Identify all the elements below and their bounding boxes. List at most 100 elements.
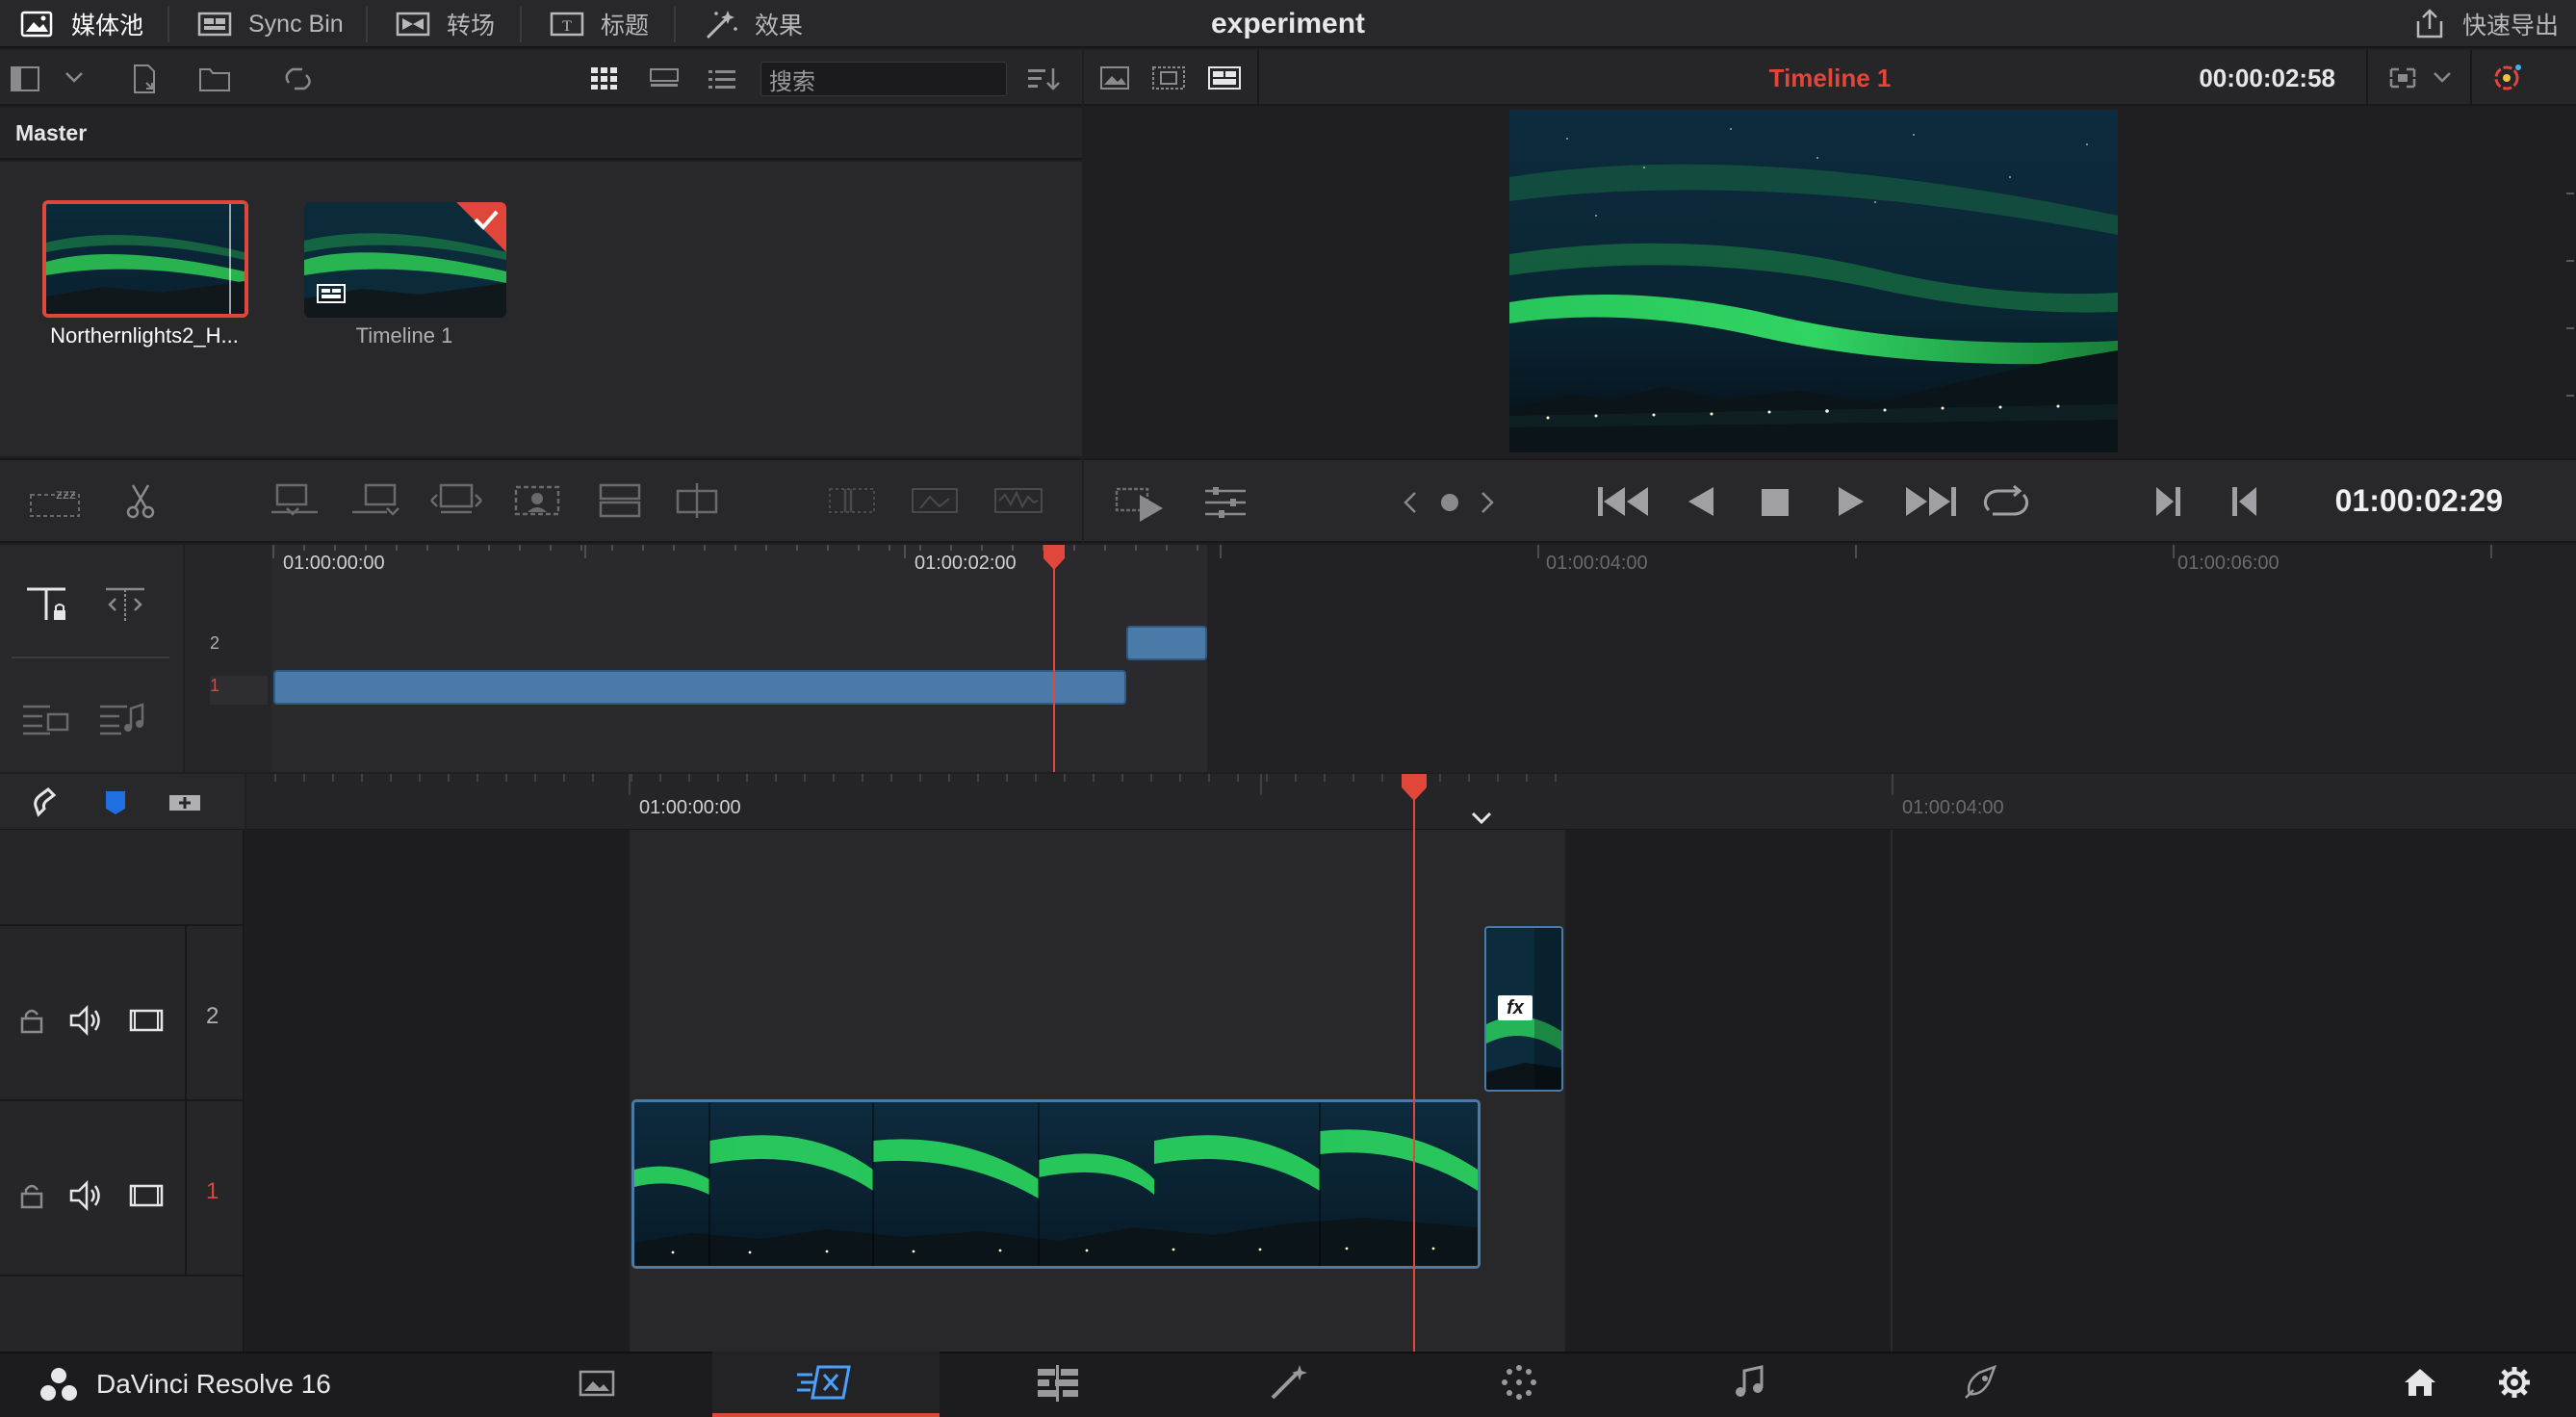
quick-export-button[interactable]: 快速导出 [2410, 0, 2559, 48]
lock-icon[interactable] [19, 1007, 44, 1034]
go-to-end-icon[interactable] [1904, 485, 1958, 518]
titles-tab[interactable]: T 标题 [549, 0, 649, 48]
color-wheel-icon[interactable] [2489, 62, 2524, 94]
upper-track-numbers: 2 1 [185, 545, 271, 772]
sync-bin-tab[interactable]: Sync Bin [196, 0, 344, 48]
smart-insert-icon[interactable]: zzz [29, 481, 87, 520]
bin-name: Master [15, 119, 88, 145]
viewer-frame[interactable] [1509, 110, 2118, 452]
playhead-icon[interactable] [1400, 774, 1429, 803]
bin-header[interactable]: Master [0, 108, 1082, 160]
audio-icon[interactable] [69, 1005, 104, 1036]
app-brand: DaVinci Resolve 16 [39, 1352, 331, 1417]
previous-edit-icon[interactable] [1402, 491, 1419, 514]
video-track-icon[interactable] [129, 1182, 164, 1209]
fusion-page-icon[interactable] [1269, 1363, 1311, 1402]
search-input[interactable]: 搜索 [760, 62, 1007, 96]
go-to-start-icon[interactable] [1596, 485, 1650, 518]
effects-tab[interactable]: 效果 [703, 0, 803, 48]
ruler-timecode: 01:00:04:00 [1902, 797, 2004, 818]
audio-waveform-button[interactable] [992, 481, 1045, 520]
sync-icon[interactable] [281, 64, 316, 94]
media-page-icon[interactable] [578, 1367, 616, 1400]
sync-bin-icon [196, 10, 235, 39]
close-up-button[interactable] [510, 479, 564, 522]
mark-in-icon[interactable] [2152, 485, 2183, 518]
play-reverse-icon[interactable] [1687, 485, 1715, 518]
cut-page-icon[interactable] [795, 1363, 853, 1402]
append-button[interactable] [348, 481, 402, 520]
lock-icon[interactable] [19, 1182, 44, 1209]
strip-view-icon[interactable] [649, 67, 680, 89]
color-page-icon[interactable] [1500, 1363, 1538, 1402]
davinci-logo-icon [39, 1367, 79, 1402]
timeline-label: Timeline 1 [355, 323, 453, 348]
svg-text:zzz: zzz [56, 486, 76, 502]
ruler-timecode: 01:00:06:00 [2177, 553, 2280, 574]
upper-timeline-tools [0, 545, 183, 772]
sidebar-toggle-icon[interactable] [10, 65, 40, 92]
video-clip[interactable] [631, 1099, 1481, 1269]
place-on-top-button[interactable] [597, 481, 643, 520]
playhead-icon[interactable] [1042, 545, 1067, 572]
project-title: experiment [1210, 8, 1366, 39]
settings-gear-icon[interactable] [2497, 1365, 2532, 1400]
app-name: DaVinci Resolve 16 [96, 1369, 331, 1399]
insert-marker-icon[interactable] [166, 787, 204, 818]
video-track-list-icon[interactable] [21, 699, 71, 737]
playback-options-icon[interactable] [1115, 481, 1169, 524]
clip-thumbnail[interactable] [42, 200, 248, 318]
video-track-icon[interactable] [129, 1007, 164, 1034]
fx-clip[interactable]: fx [1484, 926, 1563, 1092]
track1-clip[interactable] [273, 670, 1126, 705]
fairlight-page-icon[interactable] [1733, 1365, 1767, 1400]
trim-start-button[interactable] [826, 481, 878, 520]
smart-insert-button[interactable] [268, 481, 322, 520]
expand-track-icon[interactable] [102, 583, 148, 626]
sort-icon[interactable] [1026, 65, 1061, 92]
aurora-thumbnail-image [304, 202, 506, 318]
aurora-thumbnail-image [46, 204, 245, 314]
track2-clip[interactable] [1126, 626, 1207, 660]
track-number: 2 [210, 633, 220, 653]
next-edit-icon[interactable] [1479, 491, 1496, 514]
chevron-down-icon[interactable] [2432, 69, 2453, 85]
scissors-icon[interactable] [123, 481, 158, 520]
deliver-page-icon[interactable] [1962, 1363, 2000, 1402]
divider [674, 6, 676, 42]
edit-page-icon[interactable] [1036, 1365, 1080, 1402]
ripple-overwrite-button[interactable] [427, 481, 485, 520]
chevron-down-icon[interactable] [1469, 809, 1494, 828]
upper-timeline-empty-region [1207, 545, 2576, 772]
stop-icon[interactable] [1760, 487, 1790, 518]
source-overwrite-button[interactable] [674, 481, 720, 520]
scale-mark [2566, 395, 2574, 397]
grid-view-icon[interactable] [589, 65, 620, 90]
divider [366, 6, 368, 42]
track-lock-icon[interactable] [23, 583, 73, 626]
list-view-icon[interactable] [707, 67, 737, 90]
media-pool-tab[interactable]: 媒体池 [19, 0, 143, 48]
empty-track-header [0, 830, 245, 926]
audio-icon[interactable] [69, 1180, 104, 1211]
playhead-line[interactable] [1413, 774, 1415, 1352]
transitions-icon [395, 10, 433, 39]
adjustments-icon[interactable] [1203, 485, 1248, 520]
chevron-down-icon[interactable] [64, 69, 85, 85]
transitions-tab[interactable]: 转场 [395, 0, 495, 48]
mark-out-icon[interactable] [2229, 485, 2260, 518]
play-icon[interactable] [1837, 485, 1866, 518]
timeline-thumbnail[interactable] [304, 202, 506, 318]
snapping-magnet-icon[interactable] [29, 787, 64, 818]
new-bin-icon[interactable] [198, 64, 233, 94]
home-icon[interactable] [2403, 1367, 2437, 1398]
trim-in-button[interactable] [909, 481, 961, 520]
loop-icon[interactable] [1981, 485, 2031, 520]
import-media-icon[interactable] [129, 64, 160, 94]
audio-track-list-icon[interactable] [98, 699, 148, 737]
zoom-icon[interactable] [2385, 64, 2420, 92]
ruler-timecode: 01:00:04:00 [1546, 553, 1648, 574]
flag-icon[interactable] [100, 787, 131, 818]
marker-dot-icon[interactable] [1440, 493, 1459, 512]
playhead-line[interactable] [1053, 545, 1055, 772]
